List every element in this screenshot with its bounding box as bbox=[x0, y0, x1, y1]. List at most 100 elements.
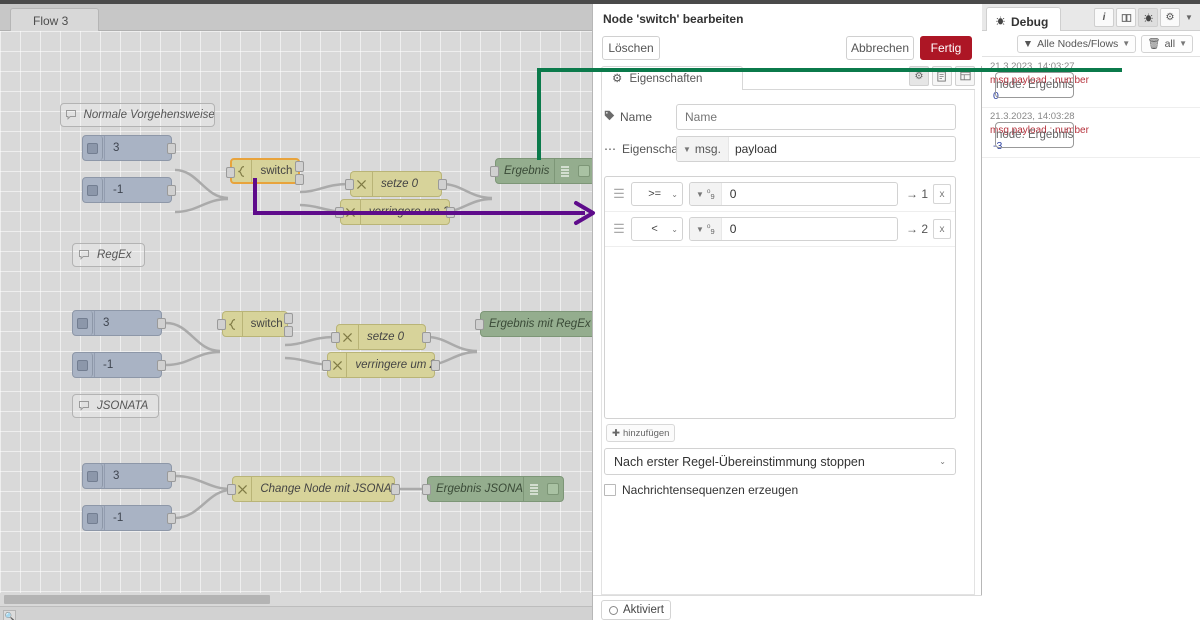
output-port[interactable] bbox=[167, 471, 176, 482]
output-port[interactable] bbox=[167, 185, 176, 196]
rule-operator-select-1[interactable]: >= ⌄ bbox=[631, 182, 683, 206]
input-port[interactable] bbox=[227, 484, 236, 495]
cancel-button[interactable]: Abbrechen bbox=[846, 36, 914, 60]
search-icon[interactable]: 🔍 bbox=[3, 610, 16, 620]
output-port[interactable] bbox=[157, 360, 166, 371]
inject-button[interactable] bbox=[83, 178, 103, 202]
output-port[interactable] bbox=[167, 143, 176, 154]
change-node-setze-0-regex[interactable]: setze 0 bbox=[331, 324, 431, 350]
output-port-1[interactable] bbox=[284, 313, 293, 324]
rule-row-2[interactable]: ☰ < ⌄ ▼ ⁰9 0 → 2 x bbox=[605, 212, 955, 247]
delete-button[interactable]: Löschen bbox=[602, 36, 660, 60]
drag-handle-icon[interactable]: ☰ bbox=[611, 221, 627, 237]
inject-node-minus1-jsonata[interactable]: -1 bbox=[82, 505, 176, 531]
change-node-jsonata[interactable]: Change Node mit JSONATA bbox=[227, 476, 400, 502]
switch-node-regex[interactable]: switch bbox=[217, 311, 293, 337]
output-port[interactable] bbox=[422, 332, 431, 343]
inject-button[interactable] bbox=[83, 136, 103, 160]
debug-toggle-button[interactable] bbox=[574, 159, 592, 183]
tab-debug[interactable]: Debug bbox=[986, 7, 1062, 31]
layout-icon[interactable] bbox=[955, 66, 975, 86]
rule-value-type-selector-1[interactable]: ▼ ⁰9 bbox=[690, 183, 722, 205]
input-port[interactable] bbox=[322, 360, 331, 371]
debug-toggle-button[interactable] bbox=[543, 477, 563, 501]
output-port-1[interactable] bbox=[295, 161, 304, 172]
output-port-2[interactable] bbox=[284, 326, 293, 337]
rule-value-field-1[interactable]: ▼ ⁰9 0 bbox=[689, 182, 898, 206]
chevron-down-icon: ▼ bbox=[696, 224, 704, 234]
stop-mode-select[interactable]: Nach erster Regel-Übereinstimmung stoppe… bbox=[604, 448, 956, 475]
property-row: ⋯ Eigenschaft ▼ msg. payload bbox=[604, 136, 956, 162]
input-port[interactable] bbox=[475, 319, 484, 330]
flow-tab-flow3[interactable]: Flow 3 bbox=[10, 8, 100, 31]
input-port[interactable] bbox=[226, 167, 235, 178]
input-port[interactable] bbox=[335, 207, 344, 218]
output-port[interactable] bbox=[431, 360, 440, 371]
input-port[interactable] bbox=[490, 166, 499, 177]
rule-row-1[interactable]: ☰ >= ⌄ ▼ ⁰9 0 → 1 x bbox=[605, 177, 955, 212]
canvas-hscrollbar-thumb[interactable] bbox=[4, 595, 270, 604]
inject-node-3-jsonata[interactable]: 3 bbox=[82, 463, 176, 489]
book-icon[interactable] bbox=[1116, 8, 1136, 27]
rule-operator-select-2[interactable]: < ⌄ bbox=[631, 217, 683, 241]
change-node-verringere-um-2[interactable]: verringere um 2 bbox=[335, 199, 455, 225]
drag-handle-icon[interactable]: ☰ bbox=[611, 186, 627, 202]
debug-message-2[interactable]: 21.3.2023, 14:03:28 node: Ergebnis msg.p… bbox=[982, 107, 1200, 158]
change-node-verringere-um-2-regex[interactable]: verringere um 2 bbox=[322, 352, 440, 378]
debug-timestamp: 21.3.2023, 14:03:28 bbox=[990, 111, 1075, 122]
recreate-sequences-row[interactable]: Nachrichtensequenzen erzeugen bbox=[604, 483, 798, 497]
inject-button[interactable] bbox=[83, 464, 103, 488]
rule-remove-button-2[interactable]: x bbox=[933, 219, 951, 239]
tab-eigenschaften[interactable]: ⚙ Eigenschaften bbox=[601, 66, 743, 90]
debug-node-ergebnis[interactable]: Ergebnis bbox=[490, 158, 592, 184]
dialog-body: Name ⋯ Eigenschaft ▼ msg. payload bbox=[601, 90, 975, 595]
switch-icon bbox=[232, 160, 253, 182]
input-port[interactable] bbox=[217, 319, 226, 330]
rule-remove-button-1[interactable]: x bbox=[933, 184, 951, 204]
rule-value-type-selector-2[interactable]: ▼ ⁰9 bbox=[690, 218, 722, 240]
output-port[interactable] bbox=[446, 207, 455, 218]
name-input[interactable] bbox=[676, 104, 956, 130]
change-node-setze-0[interactable]: setze 0 bbox=[345, 171, 447, 197]
input-port[interactable] bbox=[331, 332, 340, 343]
switch-node[interactable]: switch bbox=[226, 158, 304, 185]
comment-node-regex[interactable]: RegEx bbox=[72, 243, 145, 267]
property-field[interactable]: ▼ msg. payload bbox=[676, 136, 956, 162]
done-button[interactable]: Fertig bbox=[920, 36, 972, 60]
rule-value-field-2[interactable]: ▼ ⁰9 0 bbox=[689, 217, 898, 241]
output-port[interactable] bbox=[157, 318, 166, 329]
copy-icon[interactable] bbox=[932, 66, 952, 86]
property-type-selector[interactable]: ▼ msg. bbox=[677, 137, 729, 161]
input-port[interactable] bbox=[345, 179, 354, 190]
inject-node-3-regex[interactable]: 3 bbox=[72, 310, 166, 336]
comment-node-normale-vorgehensweise[interactable]: Normale Vorgehensweise bbox=[60, 103, 215, 127]
inject-node-minus1-regex[interactable]: -1 bbox=[72, 352, 166, 378]
inject-button[interactable] bbox=[73, 353, 93, 377]
debug-message-meta: 21.3.2023, 14:03:27 node: Ergebnis bbox=[990, 61, 1194, 98]
chevron-down-icon[interactable]: ▼ bbox=[1182, 13, 1196, 22]
gear-icon[interactable]: ⚙ bbox=[1160, 8, 1180, 27]
debug-node-ergebnis-jsonata[interactable]: Ergebnis JSONATA bbox=[422, 476, 564, 502]
debug-message-1[interactable]: 21.3.2023, 14:03:27 node: Ergebnis msg.p… bbox=[982, 57, 1200, 108]
inject-node-3[interactable]: 3 bbox=[82, 135, 176, 161]
output-port[interactable] bbox=[438, 179, 447, 190]
flow-canvas[interactable]: Normale Vorgehensweise RegEx JSONATA 3 -… bbox=[0, 31, 592, 593]
bug-icon[interactable] bbox=[1138, 8, 1158, 27]
gear-icon[interactable]: ⚙ bbox=[909, 66, 929, 86]
inject-button[interactable] bbox=[73, 311, 93, 335]
comment-node-jsonata[interactable]: JSONATA bbox=[72, 394, 159, 418]
enabled-toggle-button[interactable]: Aktiviert bbox=[601, 600, 671, 620]
output-port[interactable] bbox=[167, 513, 176, 524]
output-port[interactable] bbox=[391, 484, 400, 495]
filter-nodes-flows-button[interactable]: ▼ Alle Nodes/Flows ▼ bbox=[1016, 34, 1137, 53]
info-icon[interactable]: i bbox=[1094, 8, 1114, 27]
inject-node-minus1[interactable]: -1 bbox=[82, 177, 176, 203]
recreate-sequences-checkbox[interactable] bbox=[604, 484, 616, 496]
output-port-2[interactable] bbox=[295, 174, 304, 185]
add-rule-button[interactable]: ✚ hinzufügen bbox=[606, 424, 676, 442]
comment-icon bbox=[61, 104, 82, 126]
clear-messages-button[interactable]: 🗑 all ▼ bbox=[1141, 34, 1193, 53]
input-port[interactable] bbox=[422, 484, 431, 495]
inject-button[interactable] bbox=[83, 506, 103, 530]
debug-node-ergebnis-mit-regex[interactable]: Ergebnis mit RegEx bbox=[475, 311, 592, 337]
